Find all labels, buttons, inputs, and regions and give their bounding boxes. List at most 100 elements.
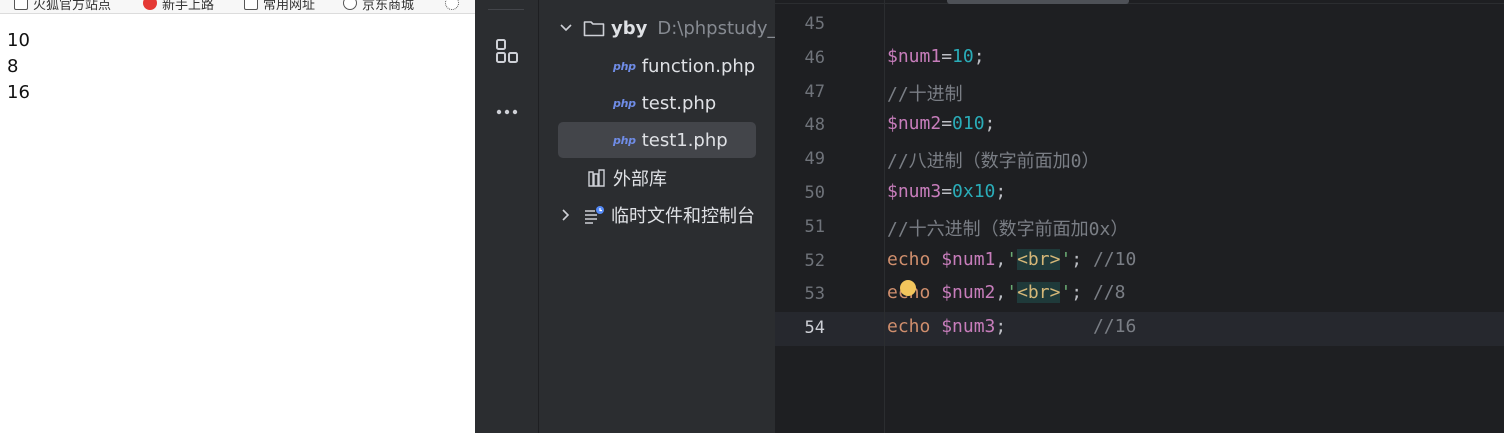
code-token: ' (1006, 248, 1018, 270)
code-token: $num3 (941, 316, 996, 338)
code-line[interactable]: //十进制 (887, 80, 963, 106)
code-line[interactable]: $num3=0x10; (887, 181, 1006, 202)
code-line[interactable]: //十六进制（数字前面加0x） (887, 215, 1128, 241)
code-token: $num1 (887, 45, 942, 67)
horizontal-scrollbar[interactable] (947, 0, 1129, 4)
code-line[interactable]: $num2=010; (887, 113, 995, 134)
code-token: , (995, 282, 1007, 304)
code-token: //八进制（数字前面加0） (887, 151, 1100, 173)
code-token: ; (995, 181, 1007, 202)
scratches-label: 临时文件和控制台 (611, 206, 755, 227)
browser-page: 火狐官方站点 新手上路 常用网址 京东商城 10 8 16 (0, 0, 475, 433)
bookmark-item[interactable]: 火狐官方站点 (14, 0, 111, 13)
code-token: , (995, 248, 1007, 270)
line-number: 54 (804, 318, 825, 339)
bookmark-item[interactable] (445, 0, 459, 13)
tree-scratches[interactable]: 临时文件和控制台 (559, 197, 755, 233)
code-token: //十六进制（数字前面加0x） (887, 218, 1129, 240)
lightbulb-icon[interactable] (900, 280, 916, 296)
file-name: test1.php (641, 129, 728, 151)
line-number: 47 (804, 81, 825, 102)
tree-external-libraries[interactable]: 外部库 (587, 160, 667, 196)
tree-file[interactable]: php test.php (613, 85, 716, 121)
code-token: //10 (1092, 248, 1137, 270)
bookmark-label: 京东商城 (362, 0, 415, 13)
bookmark-label: 常用网址 (263, 0, 316, 13)
line-number: 50 (804, 183, 825, 203)
bookmark-page-icon (14, 0, 28, 10)
code-token: ; (984, 113, 996, 135)
project-tree: yby D:\phpstudy_p php function.php php t… (539, 0, 775, 433)
line-number: 45 (804, 14, 825, 34)
code-token: ; (973, 45, 985, 67)
code-token: echo (887, 248, 931, 270)
output-line: 16 (7, 82, 30, 103)
root-folder-path: D:\phpstudy_p (657, 17, 775, 39)
chevron-down-icon[interactable] (559, 21, 573, 35)
tree-root-folder[interactable]: yby D:\phpstudy_p (559, 10, 775, 46)
code-editor[interactable]: 45 46 47 48 49 50 51 52 53 54 $num1=10;//十进制 $num2… (775, 0, 1504, 433)
root-folder-name: yby (611, 17, 648, 39)
code-token: ' (1060, 248, 1072, 270)
code-token: = (941, 45, 953, 67)
tree-file-selected[interactable]: php test1.php (558, 122, 756, 158)
code-token: = (941, 181, 953, 202)
scratches-icon (585, 206, 604, 224)
output-line: 10 (7, 30, 30, 51)
code-token: ' (1060, 282, 1072, 304)
line-number: 49 (804, 149, 825, 170)
code-token: $num2 (941, 282, 996, 304)
external-libraries-label: 外部库 (613, 169, 667, 190)
code-token: 0x10 (952, 181, 996, 202)
structure-icon[interactable] (493, 37, 521, 65)
bookmark-item[interactable]: 常用网址 (244, 0, 315, 13)
bookmark-item[interactable]: 新手上路 (143, 0, 214, 13)
firefox-icon (143, 0, 157, 10)
line-number: 52 (804, 250, 825, 271)
code-token: //十进制 (887, 83, 963, 105)
chevron-right-icon[interactable] (559, 208, 573, 222)
code-token: $num1 (941, 248, 996, 270)
code-line[interactable]: //八进制（数字前面加0） (887, 147, 1100, 173)
code-token: <br> (1017, 282, 1061, 304)
code-token: 010 (952, 113, 985, 135)
folder-icon (583, 21, 605, 37)
php-output: 10 8 16 (7, 28, 30, 106)
code-line[interactable]: echo $num1,'<br>'; //10 (887, 248, 1137, 270)
file-name: test.php (641, 92, 717, 114)
code-line[interactable]: echo $num3; //16 (887, 316, 1136, 337)
code-token: 10 (952, 45, 974, 67)
bookmark-label: 火狐官方站点 (33, 0, 112, 13)
globe-icon (343, 0, 357, 10)
code-token: <br> (1017, 248, 1061, 270)
extension-icon (445, 0, 459, 10)
tool-window-stripe (475, 0, 539, 433)
library-icon (588, 169, 605, 187)
more-icon[interactable] (493, 98, 521, 126)
stripe-divider (488, 9, 524, 10)
tree-file[interactable]: php function.php (613, 48, 755, 84)
line-number: 46 (804, 47, 825, 68)
bookmark-label: 新手上路 (162, 0, 215, 13)
code-token: //8 (1092, 282, 1126, 304)
line-number: 53 (804, 284, 825, 305)
line-number-gutter: 45 46 47 48 49 50 51 52 53 54 (775, 0, 885, 433)
code-token: $num3 (887, 181, 942, 202)
code-line[interactable]: echo $num2,'<br>'; //8 (887, 282, 1126, 304)
output-line: 8 (7, 56, 19, 77)
bookmarks-bar: 火狐官方站点 新手上路 常用网址 京东商城 (0, 0, 475, 14)
code-token: $num2 (887, 113, 942, 135)
ide-window: yby D:\phpstudy_p php function.php php t… (475, 0, 1504, 433)
code-token: ' (1006, 282, 1018, 304)
code-token: ; (1071, 282, 1093, 304)
php-file-icon: php (613, 59, 636, 73)
code-token: ; (995, 316, 1093, 338)
code-line[interactable]: $num1=10; (887, 46, 985, 67)
file-name: function.php (641, 55, 756, 77)
folder-icon (244, 0, 258, 10)
code-token: echo (887, 316, 931, 338)
bookmark-item[interactable]: 京东商城 (343, 0, 414, 13)
